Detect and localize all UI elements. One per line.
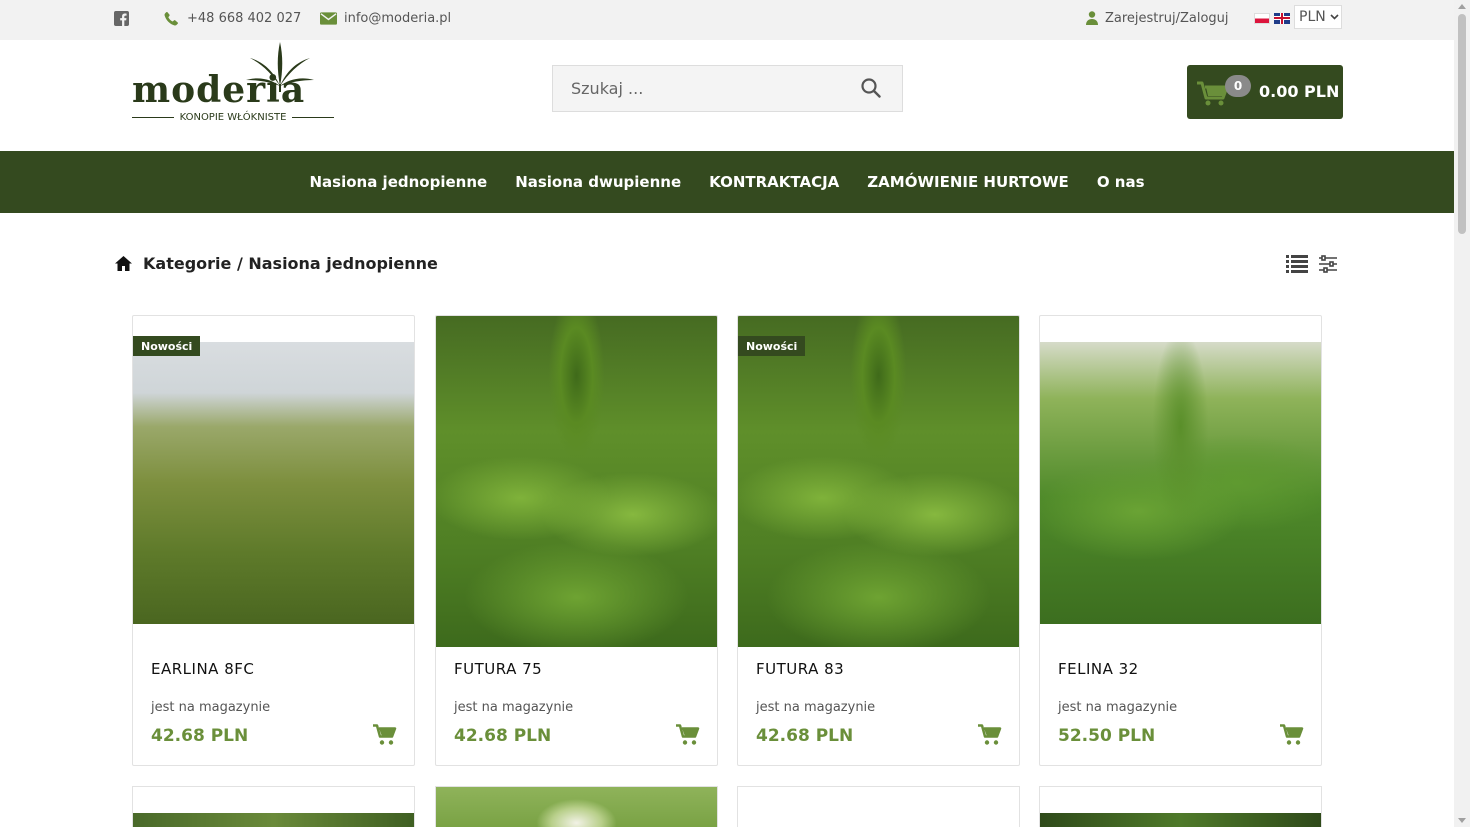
account-link[interactable]: Zarejestruj/Zaloguj: [1086, 0, 1229, 36]
search-icon[interactable]: [861, 78, 881, 98]
nav-item-o-nas[interactable]: O nas: [1097, 173, 1145, 191]
list-view-icon[interactable]: [1286, 254, 1308, 274]
product-price: 42.68 PLN: [454, 726, 552, 746]
currency-select[interactable]: PLN: [1294, 5, 1342, 29]
add-to-cart-icon[interactable]: [373, 724, 397, 746]
scroll-down-arrow-icon[interactable]: [1458, 818, 1466, 823]
logo-wordmark: moderia: [132, 69, 306, 111]
facebook-link[interactable]: [114, 0, 129, 36]
product-card[interactable]: Nowości FUTURA 83 jest na magazynie 42.6…: [737, 315, 1020, 766]
logo-tagline: KONOPIE WŁÓKNISTE: [179, 112, 287, 123]
stock-status: jest na magazynie: [454, 700, 574, 715]
product-price: 42.68 PLN: [756, 726, 854, 746]
page-scrollbar[interactable]: [1454, 0, 1470, 827]
filter-sliders-icon[interactable]: [1318, 254, 1338, 274]
user-icon: [1086, 11, 1098, 25]
product-name[interactable]: FUTURA 83: [756, 660, 844, 678]
email-contact[interactable]: info@moderia.pl: [320, 0, 451, 36]
product-name[interactable]: EARLINA 8FC: [151, 660, 254, 678]
product-card[interactable]: [737, 786, 1020, 827]
product-card[interactable]: FUTURA 75 jest na magazynie 42.68 PLN: [435, 315, 718, 766]
product-card[interactable]: [435, 786, 718, 827]
facebook-icon: [114, 10, 129, 26]
phone-icon: [164, 11, 178, 25]
nav-item-kontraktacja[interactable]: KONTRAKTACJA: [709, 173, 839, 191]
nav-item-nasiona-jednopienne[interactable]: Nasiona jednopienne: [309, 173, 487, 191]
site-logo[interactable]: moderia KONOPIE WŁÓKNISTE: [132, 42, 335, 128]
breadcrumb: Kategorie / Nasiona jednopienne: [114, 254, 438, 273]
account-label: Zarejestruj/Zaloguj: [1105, 10, 1229, 26]
logo-tagline-row: KONOPIE WŁÓKNISTE: [132, 112, 335, 123]
chevron-down-icon: [1330, 14, 1339, 20]
product-card[interactable]: Nowości EARLINA 8FC jest na magazynie 42…: [132, 315, 415, 766]
main-navigation: Nasiona jednopienne Nasiona dwupienne KO…: [0, 151, 1454, 213]
view-controls: [1286, 254, 1338, 274]
add-to-cart-icon[interactable]: [1280, 724, 1304, 746]
scrollbar-thumb[interactable]: [1458, 14, 1466, 234]
phone-contact[interactable]: +48 668 402 027: [164, 0, 301, 36]
nav-item-zamowienie-hurtowe[interactable]: ZAMÓWIENIE HURTOWE: [867, 173, 1069, 191]
product-image[interactable]: [133, 342, 414, 624]
stock-status: jest na magazynie: [1058, 700, 1178, 715]
add-to-cart-icon[interactable]: [676, 724, 700, 746]
product-image[interactable]: [1040, 813, 1321, 827]
email-address: info@moderia.pl: [344, 10, 452, 26]
product-image[interactable]: [738, 316, 1019, 647]
product-image[interactable]: [436, 316, 717, 647]
tagline-rule-right: [292, 117, 335, 118]
new-badge: Nowości: [738, 336, 806, 356]
envelope-icon: [320, 11, 337, 25]
product-card[interactable]: FELINA 32 jest na magazynie 52.50 PLN: [1039, 315, 1322, 766]
cart-total: 0.00 PLN: [1259, 82, 1340, 101]
english-flag-icon[interactable]: [1274, 12, 1290, 24]
product-price: 42.68 PLN: [151, 726, 249, 746]
search-input[interactable]: [553, 66, 843, 111]
product-image[interactable]: [133, 813, 414, 827]
search-box: [552, 65, 903, 112]
product-card[interactable]: [132, 786, 415, 827]
add-to-cart-icon[interactable]: [978, 724, 1002, 746]
polish-flag-icon[interactable]: [1254, 12, 1270, 24]
phone-number: +48 668 402 027: [187, 10, 302, 26]
home-icon[interactable]: [114, 255, 133, 272]
currency-value: PLN: [1299, 9, 1326, 25]
stock-status: jest na magazynie: [756, 700, 876, 715]
product-image[interactable]: [436, 787, 717, 827]
product-image[interactable]: [1040, 342, 1321, 624]
product-price: 52.50 PLN: [1058, 726, 1156, 746]
language-flags: [1254, 0, 1290, 36]
cart-count-badge: 0: [1225, 75, 1251, 97]
stock-status: jest na magazynie: [151, 700, 271, 715]
product-card[interactable]: [1039, 786, 1322, 827]
top-bar: +48 668 402 027 info@moderia.pl Zarejest…: [0, 0, 1454, 40]
tagline-rule-left: [132, 117, 174, 118]
nav-item-nasiona-dwupienne[interactable]: Nasiona dwupienne: [515, 173, 681, 191]
scroll-up-arrow-icon[interactable]: [1458, 4, 1466, 9]
product-name[interactable]: FUTURA 75: [454, 660, 542, 678]
product-name[interactable]: FELINA 32: [1058, 660, 1139, 678]
cart-button[interactable]: 0 0.00 PLN: [1187, 65, 1343, 119]
new-badge: Nowości: [133, 336, 201, 356]
breadcrumb-text[interactable]: Kategorie / Nasiona jednopienne: [143, 254, 438, 273]
